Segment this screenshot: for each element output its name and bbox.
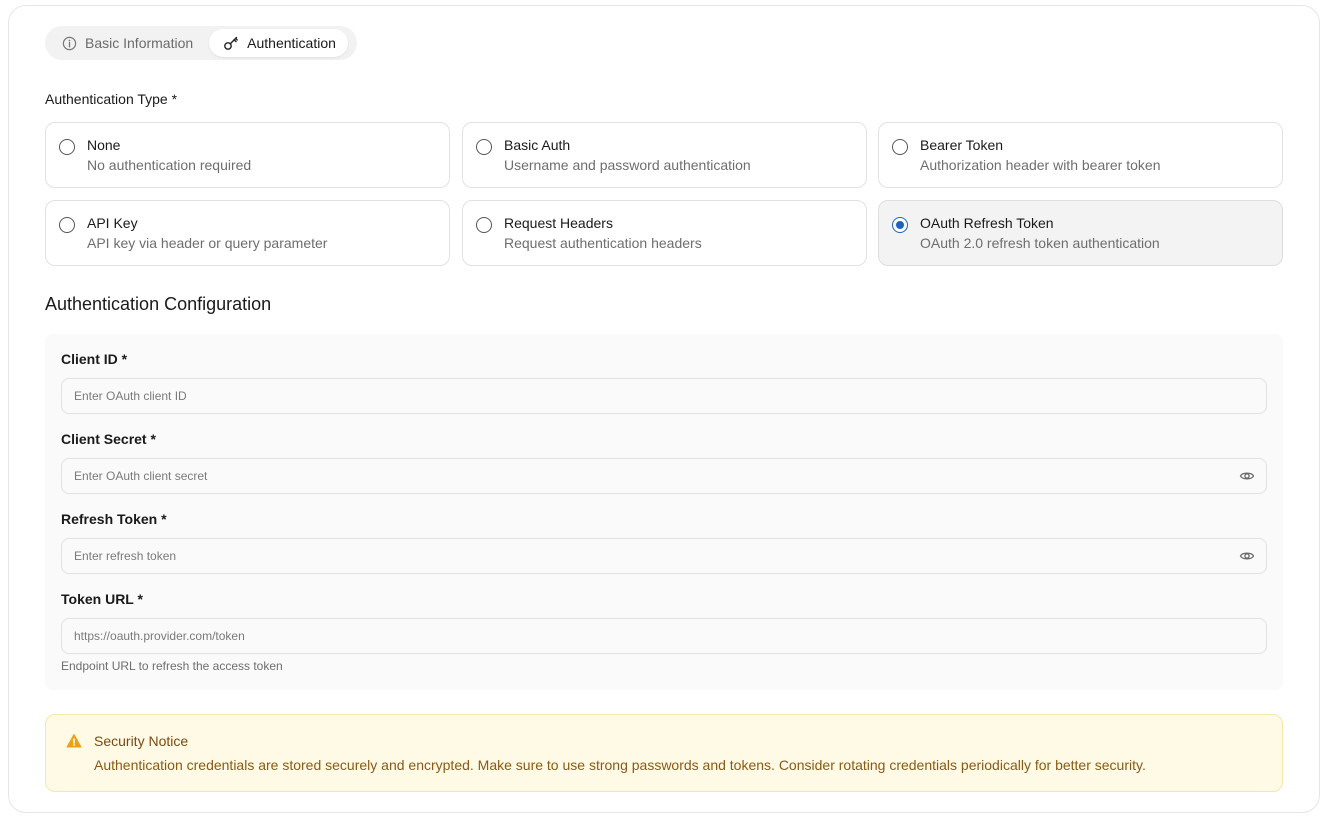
- client-secret-input[interactable]: [61, 458, 1267, 494]
- tab-basic-information[interactable]: Basic Information: [48, 29, 205, 57]
- auth-option-basic-auth[interactable]: Basic Auth Username and password authent…: [462, 122, 867, 188]
- radio-button[interactable]: [476, 217, 492, 233]
- security-notice: Security Notice Authentication credentia…: [45, 714, 1283, 792]
- option-description: Username and password authentication: [504, 157, 751, 173]
- option-title: Basic Auth: [504, 137, 571, 153]
- tab-bar: Basic Information Authentication: [45, 26, 357, 60]
- token-url-input[interactable]: [61, 618, 1267, 654]
- tab-label: Authentication: [247, 35, 336, 51]
- option-title: OAuth Refresh Token: [920, 215, 1054, 231]
- option-description: API key via header or query parameter: [87, 235, 328, 251]
- option-title: API Key: [87, 215, 138, 231]
- token-url-label: Token URL *: [61, 591, 143, 607]
- warning-icon: [66, 734, 82, 748]
- radio-button[interactable]: [892, 139, 908, 155]
- auth-option-none[interactable]: None No authentication required: [45, 122, 450, 188]
- info-icon: [62, 36, 77, 50]
- option-description: No authentication required: [87, 157, 252, 173]
- option-description: OAuth 2.0 refresh token authentication: [920, 235, 1160, 251]
- notice-title: Security Notice: [94, 733, 189, 749]
- client-secret-label: Client Secret *: [61, 431, 156, 447]
- auth-option-request-headers[interactable]: Request Headers Request authentication h…: [462, 200, 867, 266]
- refresh-token-input[interactable]: [61, 538, 1267, 574]
- client-id-input[interactable]: [61, 378, 1267, 414]
- radio-button-selected[interactable]: [892, 217, 908, 233]
- token-url-hint: Endpoint URL to refresh the access token: [61, 659, 283, 673]
- auth-option-api-key[interactable]: API Key API key via header or query para…: [45, 200, 450, 266]
- auth-option-bearer-token[interactable]: Bearer Token Authorization header with b…: [878, 122, 1283, 188]
- option-description: Request authentication headers: [504, 235, 702, 251]
- client-id-label: Client ID *: [61, 351, 128, 367]
- tab-label: Basic Information: [85, 35, 194, 51]
- tab-authentication[interactable]: Authentication: [209, 29, 348, 57]
- eye-icon[interactable]: [1239, 548, 1255, 564]
- auth-type-label: Authentication Type *: [45, 91, 178, 107]
- option-description: Authorization header with bearer token: [920, 157, 1161, 173]
- refresh-token-label: Refresh Token *: [61, 511, 167, 527]
- option-title: Bearer Token: [920, 137, 1004, 153]
- radio-button[interactable]: [59, 217, 75, 233]
- key-icon: [224, 36, 239, 50]
- auth-option-oauth-refresh-token[interactable]: OAuth Refresh Token OAuth 2.0 refresh to…: [878, 200, 1283, 266]
- option-title: None: [87, 137, 121, 153]
- eye-icon[interactable]: [1239, 468, 1255, 484]
- radio-button[interactable]: [476, 139, 492, 155]
- notice-text: Authentication credentials are stored se…: [94, 757, 1146, 773]
- config-section-title: Authentication Configuration: [45, 294, 272, 314]
- option-title: Request Headers: [504, 215, 613, 231]
- radio-button[interactable]: [59, 139, 75, 155]
